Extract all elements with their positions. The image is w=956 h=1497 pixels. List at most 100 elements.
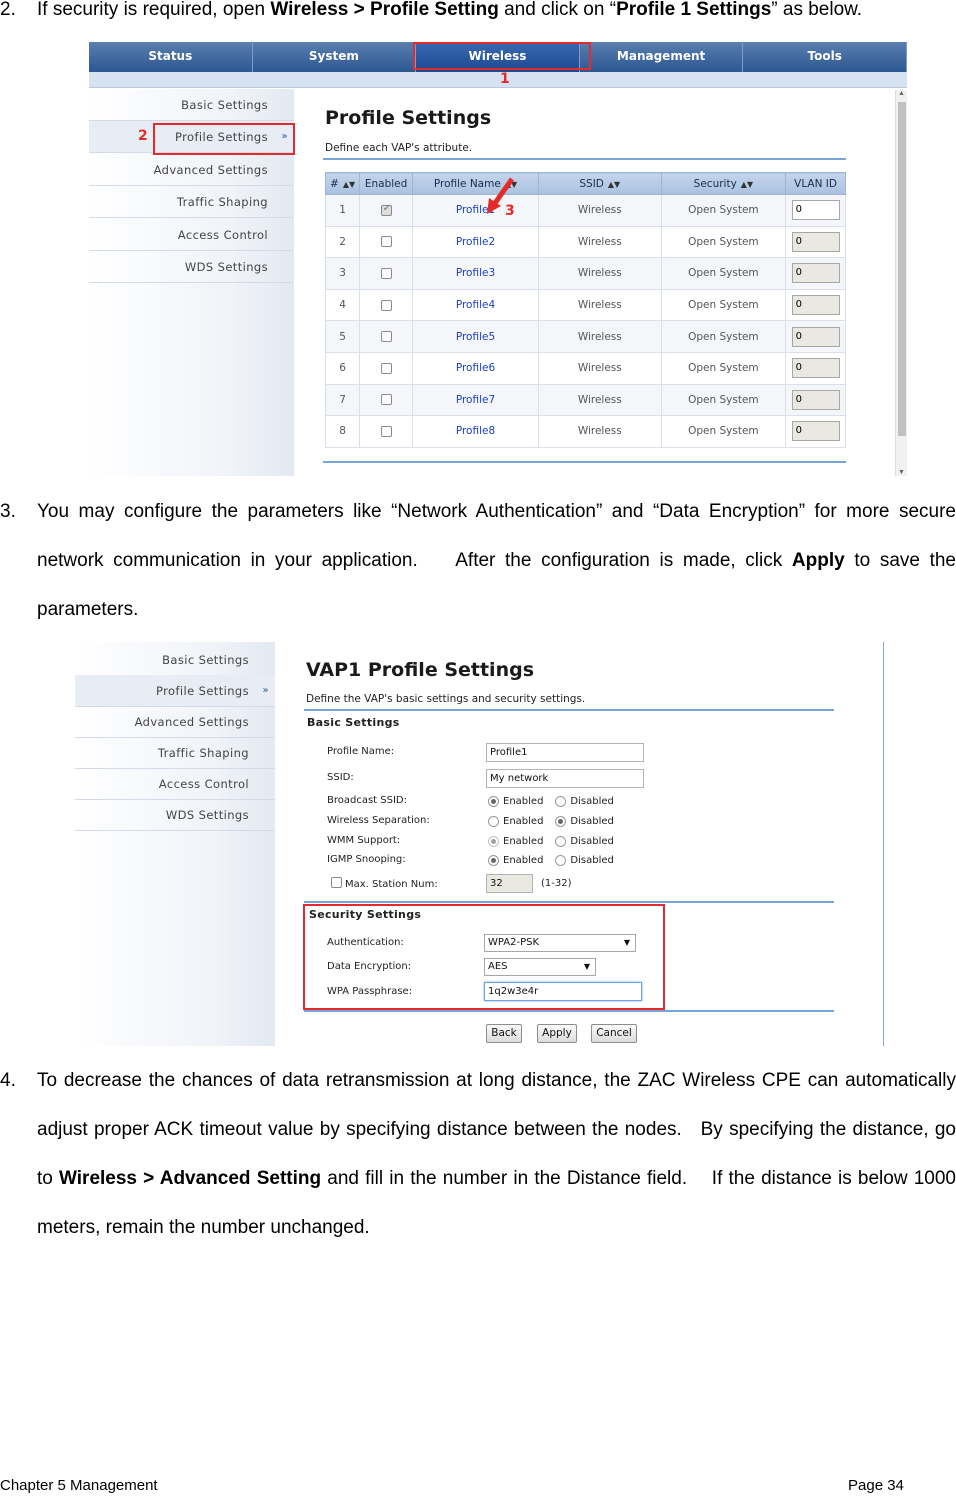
row-number: 7: [324, 383, 361, 417]
vlan-id-input[interactable]: 0: [791, 295, 840, 316]
page-subtitle: Define the VAP's basic settings and secu…: [306, 693, 586, 705]
radio-unselected[interactable]: [555, 796, 567, 807]
radio-selected[interactable]: [488, 836, 499, 847]
table-row: 5 Profile5 Wireless Open System 0: [324, 320, 846, 353]
row-enabled: [359, 351, 414, 385]
profile-name-input[interactable]: Profile1: [486, 743, 644, 762]
sidebar-item-basic-settings[interactable]: Basic Settings: [75, 644, 275, 676]
separation-disabled-option[interactable]: Disabled: [555, 816, 614, 827]
vlan-id-input[interactable]: 0: [791, 200, 840, 221]
row-number: 2: [324, 225, 361, 259]
row-profile-name[interactable]: Profile4: [412, 288, 539, 322]
row-ssid: Wireless: [537, 257, 662, 290]
row-profile-name[interactable]: Profile1: [412, 194, 539, 227]
radio-unselected[interactable]: [555, 855, 567, 866]
nav-status[interactable]: Status: [89, 42, 253, 72]
igmp-enabled-option[interactable]: Enabled: [488, 855, 543, 866]
row-enabled: [359, 194, 414, 227]
row-ssid: Wireless: [537, 194, 662, 227]
row-profile-name[interactable]: Profile5: [412, 320, 539, 353]
step-text: If security is required, open Wireless >…: [37, 0, 863, 20]
col-header-enabled[interactable]: Enabled: [359, 172, 414, 195]
step-text: You may configure the parameters like “N…: [37, 501, 956, 620]
row-security: Open System: [660, 225, 787, 259]
vlan-id-input[interactable]: 0: [791, 263, 840, 284]
radio-unselected[interactable]: [488, 816, 499, 827]
enabled-checkbox[interactable]: [380, 299, 392, 311]
enabled-checkbox[interactable]: [380, 267, 392, 279]
nav-tools[interactable]: Tools: [743, 42, 907, 72]
sidebar-item-advanced-settings[interactable]: Advanced Settings: [89, 154, 294, 186]
col-header-vlan-id[interactable]: VLAN ID: [785, 172, 846, 195]
vlan-id-input[interactable]: 0: [791, 358, 840, 379]
vlan-id-input[interactable]: 0: [791, 421, 840, 442]
radio-selected[interactable]: [555, 816, 567, 827]
apply-button[interactable]: Apply: [537, 1024, 577, 1043]
enabled-checkbox[interactable]: [380, 425, 392, 437]
row-security: Open System: [660, 194, 787, 227]
back-button[interactable]: Back: [486, 1024, 522, 1043]
broadcast-enabled-option[interactable]: Enabled: [488, 796, 543, 807]
row-vlan: 0: [785, 415, 846, 448]
row-profile-name[interactable]: Profile2: [412, 225, 539, 259]
radio-selected[interactable]: [488, 855, 499, 866]
row-profile-name[interactable]: Profile7: [412, 383, 539, 417]
sidebar-item-profile-settings[interactable]: Profile Settings»: [75, 675, 275, 707]
row-profile-name[interactable]: Profile3: [412, 257, 539, 290]
row-enabled: [359, 225, 414, 259]
sidebar-item-access-control[interactable]: Access Control: [89, 219, 294, 251]
scroll-up-icon[interactable]: ▲: [898, 90, 905, 97]
row-profile-name[interactable]: Profile8: [412, 415, 539, 448]
sidebar-item-traffic-shaping[interactable]: Traffic Shaping: [75, 737, 275, 769]
scrollbar-thumb[interactable]: [898, 102, 906, 436]
row-ssid: Wireless: [537, 383, 662, 417]
step-3: 3. You may configure the parameters like…: [0, 487, 956, 634]
scroll-down-icon[interactable]: ▼: [898, 469, 905, 476]
ssid-label: SSID:: [327, 772, 354, 783]
max-station-input[interactable]: 32: [486, 874, 533, 893]
broadcast-ssid-radios: Enabled Disabled: [488, 796, 626, 807]
wmm-disabled-option[interactable]: Disabled: [555, 836, 614, 847]
igmp-disabled-option[interactable]: Disabled: [555, 855, 614, 866]
wmm-enabled-option[interactable]: Enabled: [488, 836, 543, 847]
sidebar-item-wds-settings[interactable]: WDS Settings: [75, 799, 275, 831]
sidebar-item-basic-settings[interactable]: Basic Settings: [89, 89, 294, 121]
row-profile-name[interactable]: Profile6: [412, 351, 539, 385]
table-row: 4 Profile4 Wireless Open System 0: [324, 288, 846, 322]
table-row: 3 Profile3 Wireless Open System 0: [324, 257, 846, 290]
enabled-checkbox[interactable]: [380, 394, 392, 406]
sidebar-item-access-control[interactable]: Access Control: [75, 768, 275, 800]
col-header-security[interactable]: Security ▲▼: [660, 172, 787, 195]
cancel-button[interactable]: Cancel: [591, 1024, 637, 1043]
row-vlan: 0: [785, 320, 846, 353]
sidebar-item-traffic-shaping[interactable]: Traffic Shaping: [89, 186, 294, 218]
radio-unselected[interactable]: [555, 836, 567, 847]
col-header-ssid[interactable]: SSID ▲▼: [537, 172, 662, 195]
broadcast-disabled-option[interactable]: Disabled: [555, 796, 614, 807]
max-station-checkbox[interactable]: [331, 877, 342, 888]
enabled-checkbox[interactable]: [380, 362, 392, 374]
row-number: 6: [324, 351, 361, 385]
vlan-id-input[interactable]: 0: [791, 389, 840, 410]
enabled-checkbox[interactable]: [380, 203, 392, 216]
radio-selected[interactable]: [488, 796, 499, 807]
row-enabled: [359, 288, 414, 322]
step-4: 4. To decrease the chances of data retra…: [0, 1056, 956, 1252]
nav-system[interactable]: System: [253, 42, 417, 72]
nav-management[interactable]: Management: [580, 42, 744, 72]
enabled-checkbox[interactable]: [380, 236, 392, 248]
vlan-id-input[interactable]: 0: [791, 231, 840, 252]
sidebar-item-advanced-settings[interactable]: Advanced Settings: [75, 706, 275, 738]
scrollbar[interactable]: ▲ ▼: [895, 90, 907, 476]
vlan-id-input[interactable]: 0: [791, 326, 840, 347]
row-enabled: [359, 383, 414, 417]
col-header-number[interactable]: # ▲▼: [324, 172, 361, 195]
separation-enabled-option[interactable]: Enabled: [488, 816, 543, 827]
sort-icon: ▲▼: [342, 179, 356, 189]
sidebar-item-wds-settings[interactable]: WDS Settings: [89, 251, 294, 283]
ssid-input[interactable]: My network: [486, 769, 644, 788]
step-2: 2. If security is required, open Wireles…: [0, 0, 956, 34]
row-number: 5: [324, 320, 361, 353]
col-header-profile-name[interactable]: Profile Name▲▼: [412, 172, 539, 195]
enabled-checkbox[interactable]: [380, 331, 392, 343]
